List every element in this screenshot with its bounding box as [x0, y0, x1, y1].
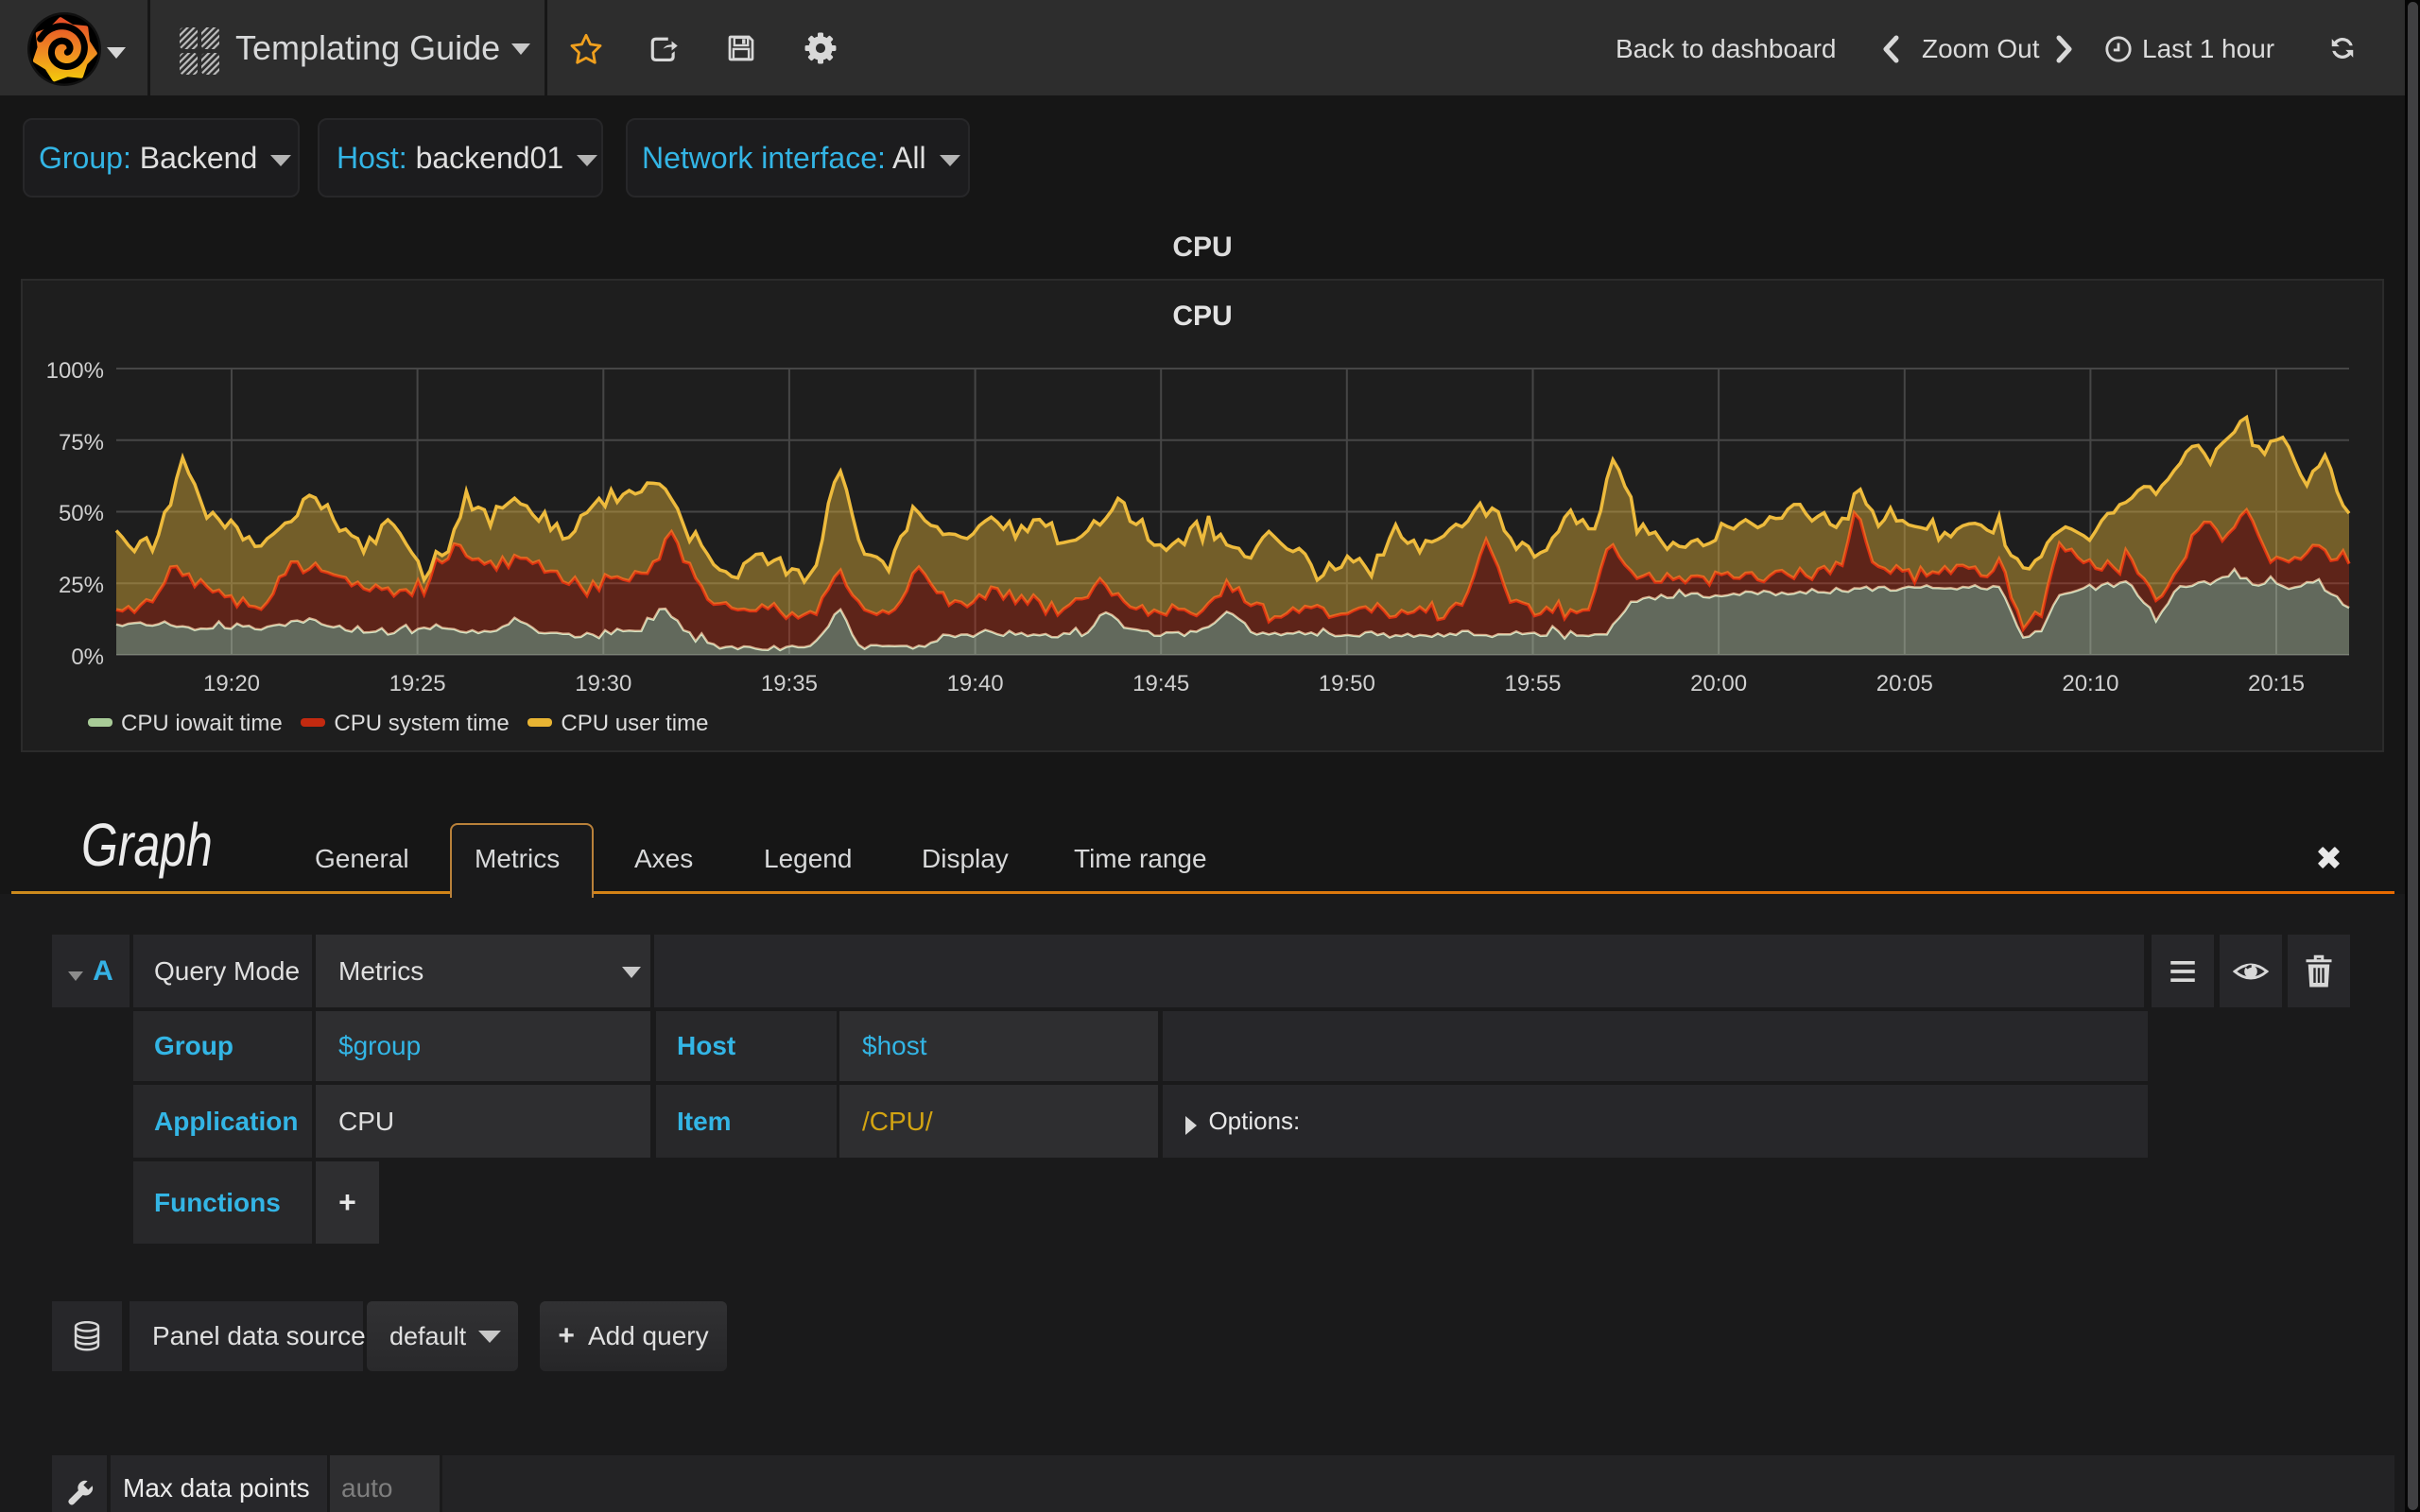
svg-text:25%: 25%: [59, 573, 104, 598]
svg-text:19:55: 19:55: [1504, 671, 1561, 696]
svg-text:19:40: 19:40: [947, 671, 1004, 696]
svg-text:19:25: 19:25: [389, 671, 446, 696]
svg-text:19:20: 19:20: [203, 671, 260, 696]
svg-text:20:05: 20:05: [1876, 671, 1933, 696]
svg-text:19:50: 19:50: [1319, 671, 1375, 696]
svg-text:0%: 0%: [71, 644, 104, 670]
svg-text:75%: 75%: [59, 430, 104, 455]
svg-text:19:35: 19:35: [761, 671, 818, 696]
svg-text:19:30: 19:30: [575, 671, 631, 696]
svg-text:19:45: 19:45: [1132, 671, 1189, 696]
svg-text:20:10: 20:10: [2062, 671, 2118, 696]
svg-text:20:00: 20:00: [1690, 671, 1747, 696]
svg-text:100%: 100%: [46, 358, 104, 384]
svg-text:20:15: 20:15: [2248, 671, 2305, 696]
svg-text:50%: 50%: [59, 501, 104, 526]
